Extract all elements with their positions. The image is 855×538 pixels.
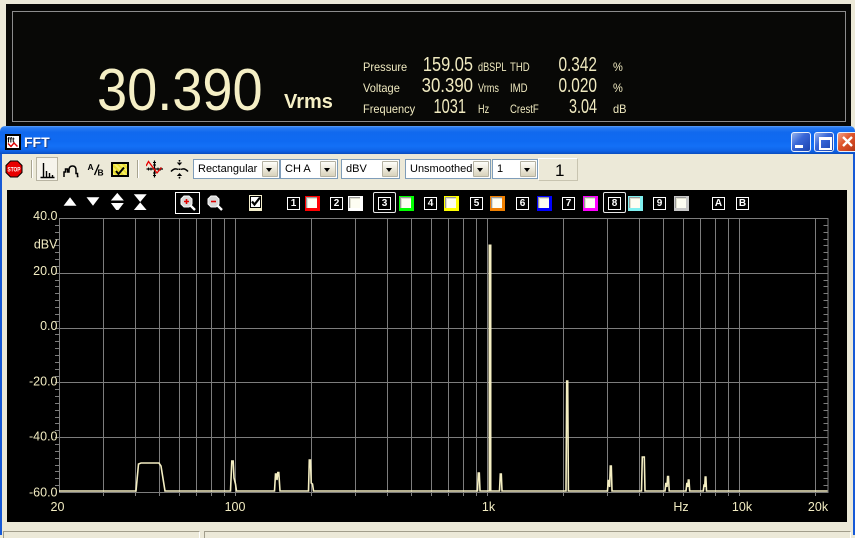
svg-text:20k: 20k	[808, 500, 829, 514]
svg-text:10k: 10k	[732, 500, 753, 514]
svg-text:100: 100	[225, 500, 246, 514]
svg-text:1k: 1k	[482, 500, 496, 514]
svg-text:dBV: dBV	[34, 238, 58, 252]
svg-text:20.0: 20.0	[33, 264, 57, 278]
svg-text:-20.0: -20.0	[29, 375, 58, 389]
svg-text:Hz: Hz	[673, 500, 688, 514]
svg-text:20: 20	[51, 500, 65, 514]
svg-text:STOP: STOP	[8, 166, 21, 173]
svg-text:-60.0: -60.0	[29, 486, 58, 500]
svg-text:-40.0: -40.0	[29, 430, 58, 444]
svg-text:B: B	[98, 168, 104, 178]
svg-text:0.0: 0.0	[40, 319, 57, 333]
svg-text:40.0: 40.0	[33, 209, 57, 223]
svg-text:A: A	[88, 162, 94, 172]
